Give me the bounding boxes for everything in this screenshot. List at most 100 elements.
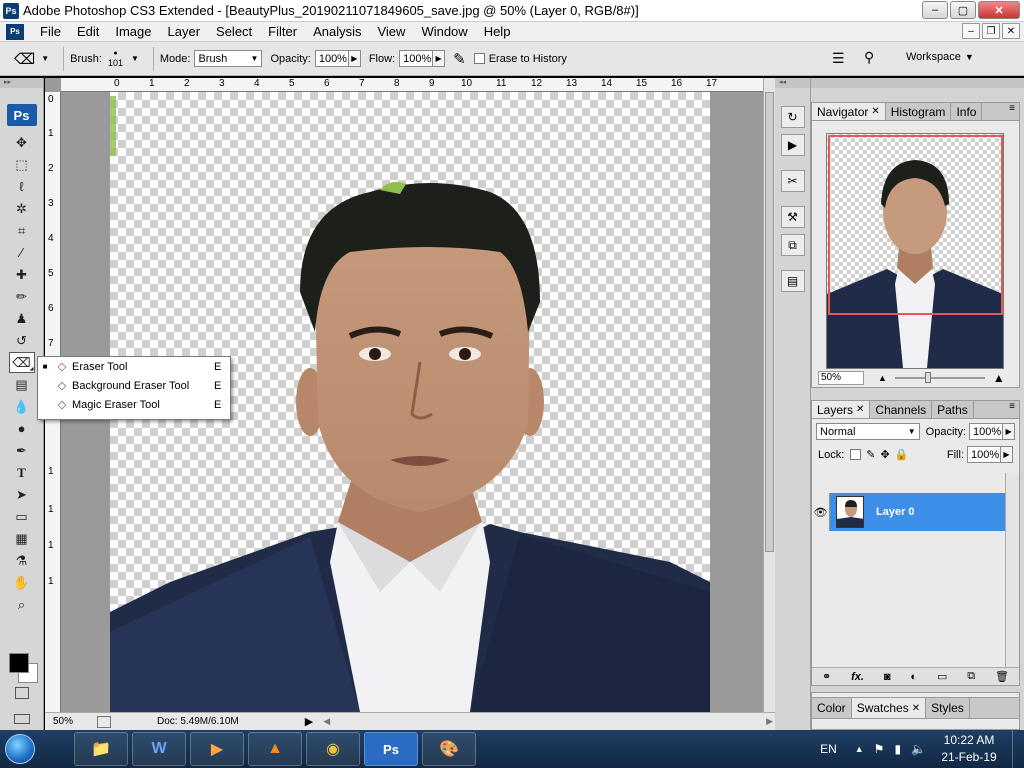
close-icon[interactable]: ✕ <box>912 703 920 714</box>
layer-name[interactable]: Layer 0 <box>876 506 915 518</box>
vlc-taskbar-icon[interactable]: ▲ <box>248 732 302 766</box>
mask-icon[interactable]: ◙ <box>884 671 891 683</box>
start-button[interactable] <box>0 730 40 768</box>
history-panel-icon[interactable]: ↻ <box>780 106 805 128</box>
flow-field[interactable]: 100% <box>399 50 434 67</box>
zoom-out-icon[interactable]: ▲ <box>878 373 887 383</box>
tab-swatches[interactable]: Swatches ✕ <box>851 698 927 718</box>
volume-icon[interactable]: 🔈 <box>911 742 926 756</box>
clone-source-icon[interactable]: ⧉ <box>780 234 805 256</box>
erase-history-checkbox[interactable] <box>473 53 485 64</box>
adjustment-icon[interactable]: ◐ <box>910 671 917 683</box>
clone-stamp-tool-icon[interactable]: ♟ <box>9 308 35 329</box>
close-icon[interactable]: ✕ <box>856 404 864 415</box>
move-tool-icon[interactable]: ✥ <box>9 132 35 153</box>
hand-tool-icon[interactable]: ✋ <box>9 572 35 593</box>
lock-pixels-icon[interactable]: ✎ <box>866 448 875 461</box>
lock-transparency-icon[interactable] <box>850 449 862 460</box>
tool-presets-icon[interactable]: ✂ <box>780 170 805 192</box>
tab-info[interactable]: Info <box>951 103 983 120</box>
scroll-right-icon[interactable]: ▶ <box>766 716 773 727</box>
language-indicator[interactable]: EN <box>820 742 837 756</box>
media-player-taskbar-icon[interactable]: ▶ <box>190 732 244 766</box>
layer-comps-icon[interactable]: ▤ <box>780 270 805 292</box>
gradient-tool-icon[interactable]: ▤ <box>9 374 35 395</box>
workspace-menu[interactable]: Workspace ▼ <box>906 51 974 63</box>
airbrush-icon[interactable]: ✎ <box>453 50 466 68</box>
brushes-panel-icon[interactable]: ⚒ <box>780 206 805 228</box>
flyout-item-background-eraser[interactable]: ◇ Background Eraser Tool E <box>38 376 230 395</box>
scroll-left-icon[interactable]: ◀ <box>323 716 330 727</box>
menu-image[interactable]: Image <box>107 24 159 39</box>
fill-slider-button[interactable]: ▶ <box>1001 446 1013 463</box>
flow-slider-button[interactable]: ▶ <box>433 50 446 67</box>
zoom-in-icon[interactable]: ▲ <box>993 371 1005 385</box>
tab-color[interactable]: Color <box>812 698 852 718</box>
fill-field[interactable]: 100% <box>967 446 1001 463</box>
actions-panel-icon[interactable]: ▶ <box>780 134 805 156</box>
blend-mode-select[interactable]: Normal ▼ <box>816 423 920 440</box>
dock-grip[interactable]: ◂◂ <box>775 78 810 88</box>
group-icon[interactable]: ▭ <box>937 670 947 683</box>
toolbox-grip[interactable]: ▸▸ <box>0 78 43 88</box>
fx-icon[interactable]: fx. <box>851 671 864 683</box>
menu-file[interactable]: File <box>32 24 69 39</box>
doc-restore-button[interactable]: ❐ <box>982 23 1000 39</box>
foreground-color-swatch[interactable] <box>9 653 29 673</box>
path-selection-tool-icon[interactable]: ➤ <box>9 484 35 505</box>
opacity-field[interactable]: 100% <box>314 50 349 67</box>
type-tool-icon[interactable]: T <box>9 462 35 483</box>
dodge-tool-icon[interactable]: ● <box>9 418 35 439</box>
show-hidden-icons-icon[interactable]: ▲ <box>855 744 864 754</box>
tab-channels[interactable]: Channels <box>870 401 933 418</box>
crop-tool-icon[interactable]: ⌗ <box>9 220 35 241</box>
chrome-taskbar-icon[interactable]: ◉ <box>306 732 360 766</box>
history-brush-tool-icon[interactable]: ↺ <box>9 330 35 351</box>
quick-mask-icon[interactable] <box>15 687 29 699</box>
lock-position-icon[interactable]: ✥ <box>881 448 890 461</box>
photoshop-taskbar-icon[interactable]: Ps <box>364 732 418 766</box>
tab-navigator[interactable]: Navigator ✕ <box>812 103 886 120</box>
pen-tool-icon[interactable]: ✒ <box>9 440 35 461</box>
navigator-zoom-slider[interactable] <box>894 372 985 383</box>
navigator-thumbnail[interactable] <box>826 133 1004 369</box>
menu-filter[interactable]: Filter <box>260 24 305 39</box>
vertical-scrollbar[interactable] <box>763 78 775 712</box>
explorer-taskbar-icon[interactable]: 📁 <box>74 732 128 766</box>
eraser-tool-icon[interactable]: ⌫ ◢ <box>8 352 35 373</box>
network-icon[interactable]: ▮ <box>894 742 901 756</box>
minimize-button[interactable]: – <box>922 1 948 19</box>
menu-help[interactable]: Help <box>476 24 519 39</box>
maximize-button[interactable]: ▢ <box>950 1 976 19</box>
panel-grip[interactable] <box>811 78 1024 88</box>
doc-close-button[interactable]: ✕ <box>1002 23 1020 39</box>
blur-tool-icon[interactable]: 💧 <box>9 396 35 417</box>
menu-select[interactable]: Select <box>208 24 260 39</box>
brush-tool-icon[interactable]: ✏ <box>9 286 35 307</box>
brush-dropdown-icon[interactable]: ▼ <box>131 54 139 63</box>
healing-brush-tool-icon[interactable]: ✚ <box>9 264 35 285</box>
tab-paths[interactable]: Paths <box>932 401 974 418</box>
status-arrow-icon[interactable]: ▶ <box>305 715 313 728</box>
menu-analysis[interactable]: Analysis <box>305 24 369 39</box>
close-button[interactable]: ✕ <box>978 1 1020 19</box>
menu-window[interactable]: Window <box>413 24 475 39</box>
scrollbar-thumb[interactable] <box>765 92 774 552</box>
word-taskbar-icon[interactable]: W <box>132 732 186 766</box>
lock-all-icon[interactable]: 🔒 <box>895 448 909 461</box>
layers-scrollbar[interactable] <box>1005 473 1019 671</box>
clock[interactable]: 10:22 AM 21-Feb-19 <box>932 732 1006 766</box>
preset-dropdown-icon[interactable]: ▼ <box>41 54 49 63</box>
menu-edit[interactable]: Edit <box>69 24 107 39</box>
brush-picker[interactable]: ● 101 <box>108 50 123 68</box>
shape-tool-icon[interactable]: ▭ <box>9 506 35 527</box>
close-icon[interactable]: ✕ <box>871 106 879 117</box>
navigator-zoom-field[interactable]: 50% <box>818 371 864 385</box>
slice-tool-icon[interactable]: ∕ <box>9 242 35 263</box>
tab-layers[interactable]: Layers ✕ <box>812 401 871 418</box>
show-desktop-button[interactable] <box>1012 730 1024 768</box>
eye-icon[interactable]: 👁 <box>812 493 830 531</box>
ps-logo[interactable]: Ps <box>6 104 37 126</box>
trash-icon[interactable]: 🗑 <box>995 670 1009 683</box>
layer-opacity-slider-button[interactable]: ▶ <box>1003 423 1015 440</box>
